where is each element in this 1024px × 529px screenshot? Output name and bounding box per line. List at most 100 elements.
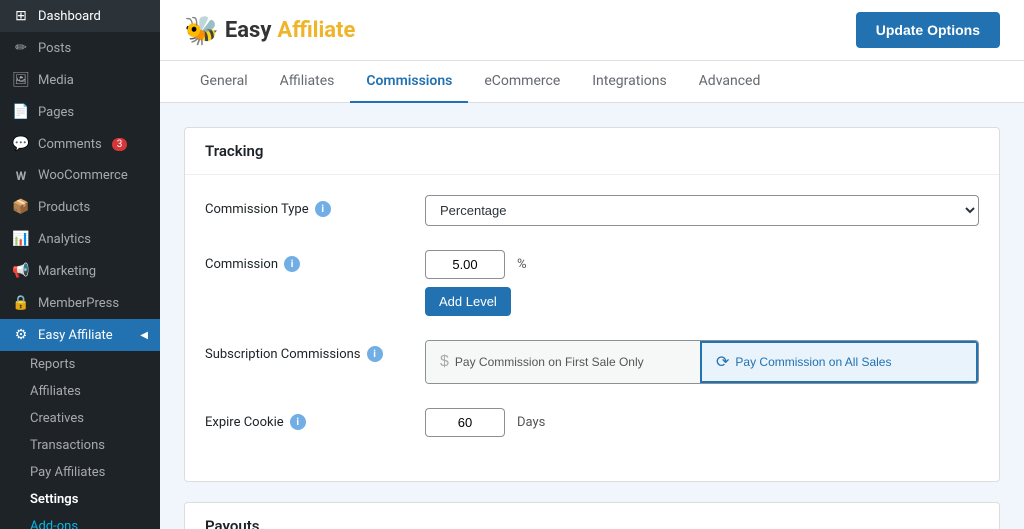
all-sales-label: Pay Commission on All Sales [735,355,891,369]
dashboard-icon: ⊞ [12,8,30,24]
sidebar-label-posts: Posts [38,41,71,56]
commission-suffix: % [517,257,527,272]
logo-bee-icon: 🐝 [184,14,219,47]
expire-cookie-label: Expire Cookie i [205,408,405,430]
tab-commissions[interactable]: Commissions [350,61,468,103]
tracking-title: Tracking [185,128,999,175]
expire-cookie-control: Days [425,408,979,437]
subscription-commissions-row: Subscription Commissions i $ Pay Commiss… [205,340,979,384]
commission-type-row: Commission Type i Percentage Flat Rate [205,195,979,226]
expire-cookie-suffix: Days [517,415,545,430]
subscription-commissions-control: $ Pay Commission on First Sale Only ⟳ Pa… [425,340,979,384]
submenu-item-creatives[interactable]: Creatives [0,405,160,432]
first-sale-label: Pay Commission on First Sale Only [455,355,644,369]
all-sales-icon: ⟳ [716,352,729,372]
first-sale-icon: $ [440,353,449,371]
commission-input-wrap: % [425,250,979,279]
commission-input[interactable] [425,250,505,279]
tabs-bar: General Affiliates Commissions eCommerce… [160,61,1024,103]
submenu-label-pay-affiliates: Pay Affiliates [30,465,105,480]
add-level-button[interactable]: Add Level [425,287,511,316]
submenu-item-settings[interactable]: Settings [0,486,160,513]
sidebar-item-analytics[interactable]: 📊 Analytics [0,223,160,255]
submenu-label-affiliates: Affiliates [30,384,81,399]
media-icon: 🖼 [12,72,30,88]
logo-affiliate-text: Affiliate [277,18,355,43]
tab-affiliates[interactable]: Affiliates [264,61,351,103]
pay-all-sales-option[interactable]: ⟳ Pay Commission on All Sales [700,341,978,383]
submenu-label-creatives: Creatives [30,411,84,426]
posts-icon: ✏ [12,40,30,56]
tracking-section: Tracking Commission Type i Percentage Fl… [184,127,1000,482]
commission-control: % Add Level [425,250,979,316]
sidebar-label-memberpress: MemberPress [38,296,119,311]
submenu-item-pay-affiliates[interactable]: Pay Affiliates [0,459,160,486]
sidebar-label-pages: Pages [38,105,74,120]
sidebar-item-media[interactable]: 🖼 Media [0,64,160,96]
sidebar-label-marketing: Marketing [38,264,96,279]
pay-first-sale-option[interactable]: $ Pay Commission on First Sale Only [426,341,700,383]
memberpress-icon: 🔒 [12,295,30,311]
expire-cookie-info-icon[interactable]: i [290,414,306,430]
submenu-item-reports[interactable]: Reports [0,351,160,378]
submenu-item-add-ons[interactable]: Add-ons [0,513,160,529]
sidebar-label-woocommerce: WooCommerce [38,168,128,183]
commission-info-icon[interactable]: i [284,256,300,272]
main-content: 🐝 EasyAffiliate Update Options General A… [160,0,1024,529]
sidebar-item-products[interactable]: 📦 Products [0,191,160,223]
expire-cookie-row: Expire Cookie i Days [205,408,979,437]
sidebar-item-marketing[interactable]: 📢 Marketing [0,255,160,287]
commission-type-info-icon[interactable]: i [315,201,331,217]
sidebar-item-woocommerce[interactable]: W WooCommerce [0,160,160,191]
products-icon: 📦 [12,199,30,215]
tab-advanced[interactable]: Advanced [683,61,777,103]
sidebar-label-comments: Comments [38,137,102,152]
comments-icon: 💬 [12,136,30,152]
submenu-label-reports: Reports [30,357,75,372]
submenu-label-transactions: Transactions [30,438,105,453]
sidebar-label-easy-affiliate: Easy Affiliate [38,328,113,343]
sidebar-item-comments[interactable]: 💬 Comments 3 [0,128,160,160]
sidebar-item-memberpress[interactable]: 🔒 MemberPress [0,287,160,319]
sidebar-item-easy-affiliate[interactable]: ⚙ Easy Affiliate ◀ [0,319,160,351]
payouts-title: Payouts [185,503,999,529]
subscription-toggle-group: $ Pay Commission on First Sale Only ⟳ Pa… [425,340,979,384]
submenu-label-add-ons: Add-ons [30,519,78,529]
commission-type-control: Percentage Flat Rate [425,195,979,226]
tab-general[interactable]: General [184,61,264,103]
comments-badge: 3 [112,138,128,151]
logo: 🐝 EasyAffiliate [184,14,355,47]
update-options-button[interactable]: Update Options [856,12,1000,48]
marketing-icon: 📢 [12,263,30,279]
sidebar-item-dashboard[interactable]: ⊞ Dashboard [0,0,160,32]
payouts-section: Payouts [184,502,1000,529]
tab-integrations[interactable]: Integrations [576,61,682,103]
settings-content: Tracking Commission Type i Percentage Fl… [160,103,1024,529]
submenu-item-transactions[interactable]: Transactions [0,432,160,459]
submenu-arrow: ◀ [140,330,148,341]
commission-label: Commission i [205,250,405,272]
logo-easy: Easy [225,18,272,43]
subscription-commissions-label: Subscription Commissions i [205,340,405,362]
submenu-item-affiliates[interactable]: Affiliates [0,378,160,405]
expire-cookie-input[interactable] [425,408,505,437]
submenu-label-settings: Settings [30,492,78,507]
days-input-wrap: Days [425,408,979,437]
subscription-commissions-info-icon[interactable]: i [367,346,383,362]
topbar: 🐝 EasyAffiliate Update Options [160,0,1024,61]
easy-affiliate-icon: ⚙ [12,327,30,343]
sidebar: ⊞ Dashboard ✏ Posts 🖼 Media 📄 Pages 💬 Co… [0,0,160,529]
sidebar-label-products: Products [38,200,90,215]
analytics-icon: 📊 [12,231,30,247]
add-level-wrap: Add Level [425,279,979,316]
sidebar-label-dashboard: Dashboard [38,9,101,24]
sidebar-label-media: Media [38,73,74,88]
sidebar-item-posts[interactable]: ✏ Posts [0,32,160,64]
commission-type-select[interactable]: Percentage Flat Rate [425,195,979,226]
commission-row: Commission i % Add Level [205,250,979,316]
pages-icon: 📄 [12,104,30,120]
sidebar-item-pages[interactable]: 📄 Pages [0,96,160,128]
tab-ecommerce[interactable]: eCommerce [468,61,576,103]
tracking-body: Commission Type i Percentage Flat Rate C… [185,175,999,481]
sidebar-label-analytics: Analytics [38,232,91,247]
